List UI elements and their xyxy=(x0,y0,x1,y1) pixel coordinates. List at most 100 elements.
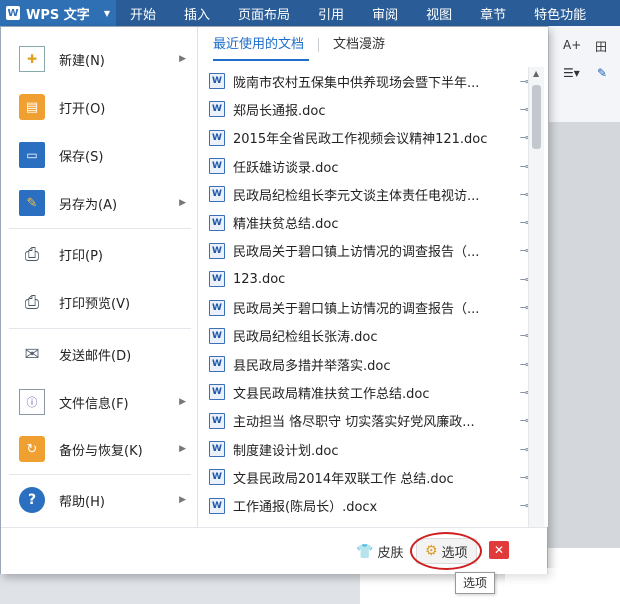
chevron-right-icon: ▶ xyxy=(179,397,186,407)
tab-document-roaming[interactable]: 文档漫游 xyxy=(319,27,399,63)
chevron-right-icon: ▶ xyxy=(179,54,186,64)
recent-list-scrollbar[interactable]: ▲ xyxy=(528,67,544,527)
file-name: 民政局关于碧口镇上访情况的调查报告（... xyxy=(233,302,480,318)
recent-file-item[interactable]: W 文县民政局精准扶贫工作总结.doc ⊸ xyxy=(199,378,529,406)
word-doc-icon: W xyxy=(209,497,225,514)
menu-divider xyxy=(9,328,191,329)
highlight-circle xyxy=(410,532,482,570)
menu-item-label: 另存为(A) xyxy=(59,197,118,213)
recent-file-item[interactable]: W 精准扶贫总结.doc ⊸ xyxy=(199,208,529,236)
recent-file-item[interactable]: W 2015年全省民政工作视频会议精神121.doc ⊸ xyxy=(199,124,529,152)
app-name: WPS 文字 xyxy=(26,7,90,23)
skin-button[interactable]: 👕 皮肤 xyxy=(356,542,403,562)
file-name: 文县民政局2014年双联工作 总结.doc xyxy=(233,471,454,487)
recent-file-item[interactable]: W 民政局纪检组长张涛.doc ⊸ xyxy=(199,322,529,350)
tab-sections[interactable]: 章节 xyxy=(466,4,520,23)
options-tooltip: 选项 xyxy=(455,572,496,594)
word-doc-icon: W xyxy=(209,356,225,373)
word-doc-icon: W xyxy=(209,384,225,401)
word-doc-icon: W xyxy=(209,469,225,486)
word-doc-icon: W xyxy=(209,158,225,175)
chevron-down-icon: ▼ xyxy=(103,8,110,18)
file-name: 民政局纪检组长李元文谈主体责任电视访... xyxy=(233,188,480,204)
menu-item-file-info[interactable]: ⓘ 文件信息(F) ▶ xyxy=(1,380,198,424)
document-area xyxy=(548,122,620,604)
menu-item-print[interactable]: ⎙ 打印(P) xyxy=(1,232,198,276)
scroll-up-icon[interactable]: ▲ xyxy=(533,69,539,78)
menu-divider xyxy=(9,228,191,229)
exit-button[interactable]: ✕ xyxy=(489,541,509,559)
file-name: 陇南市农村五保集中供养现场会暨下半年... xyxy=(233,75,480,91)
wps-app-menu-button[interactable]: W WPS 文字 ▼ xyxy=(0,0,116,26)
recent-file-item[interactable]: W 任跃雄访谈录.doc ⊸ xyxy=(199,152,529,180)
recent-file-item[interactable]: W 民政局纪检组长李元文谈主体责任电视访... ⊸ xyxy=(199,180,529,208)
help-icon: ? xyxy=(19,487,45,513)
recent-file-item[interactable]: W 工作通报(陈局长）.docx ⊸ xyxy=(199,491,529,519)
line-spacing-icon[interactable]: ☰▾ xyxy=(563,66,580,80)
watermark-blur xyxy=(505,568,605,596)
word-doc-icon: W xyxy=(209,242,225,259)
ribbon-panel: A+ 田 ☰▾ ✎ xyxy=(548,26,620,123)
fill-color-icon[interactable]: ✎ xyxy=(597,66,607,80)
recent-file-item[interactable]: W 123.doc ⊸ xyxy=(199,265,529,293)
recent-file-list: W 陇南市农村五保集中供养现场会暨下半年... ⊸ W 郑局长通报.doc ⊸ W 201… xyxy=(199,67,529,520)
print-preview-icon: ⎙ xyxy=(24,291,40,313)
scrollbar-thumb[interactable] xyxy=(532,85,541,149)
file-name: 123.doc xyxy=(233,271,286,287)
word-doc-icon: W xyxy=(209,129,225,146)
recent-file-item[interactable]: W 文县民政局2014年双联工作 总结.doc ⊸ xyxy=(199,463,529,491)
save-icon: ▭ xyxy=(19,142,45,168)
menu-item-label: 打印(P) xyxy=(59,248,103,264)
menu-item-help[interactable]: ? 帮助(H) ▶ xyxy=(1,478,198,522)
recent-tabs: 最近使用的文档 文档漫游 xyxy=(199,27,548,63)
file-menu-commands: ✚ 新建(N) ▶ ▤ 打开(O) ▭ 保存(S) ✎ 另存为(A) ▶ ⎙ 打… xyxy=(1,27,198,527)
menu-item-label: 新建(N) xyxy=(59,53,105,69)
file-name: 精准扶贫总结.doc xyxy=(233,217,339,233)
tab-recent-documents[interactable]: 最近使用的文档 xyxy=(199,27,318,63)
menu-divider xyxy=(9,474,191,475)
file-name: 县民政局多措并举落实.doc xyxy=(233,358,391,374)
tab-special-features[interactable]: 特色功能 xyxy=(520,4,586,23)
chevron-right-icon: ▶ xyxy=(179,495,186,505)
menu-item-label: 保存(S) xyxy=(59,149,104,165)
menu-item-new[interactable]: ✚ 新建(N) ▶ xyxy=(1,37,198,81)
menu-item-print-preview[interactable]: ⎙ 打印预览(V) xyxy=(1,280,198,324)
menu-item-label: 发送邮件(D) xyxy=(59,348,132,364)
recent-file-item[interactable]: W 制度建设计划.doc ⊸ xyxy=(199,435,529,463)
menu-item-label: 帮助(H) xyxy=(59,494,105,510)
tab-insert[interactable]: 插入 xyxy=(170,4,224,23)
table-icon[interactable]: 田 xyxy=(595,38,607,55)
word-doc-icon: W xyxy=(209,412,225,429)
word-doc-icon: W xyxy=(209,299,225,316)
menu-item-save-as[interactable]: ✎ 另存为(A) ▶ xyxy=(1,181,198,225)
recent-file-item[interactable]: W 郑局长通报.doc ⊸ xyxy=(199,95,529,123)
recent-file-item[interactable]: W 陇南市农村五保集中供养现场会暨下半年... ⊸ xyxy=(199,67,529,95)
recent-file-item[interactable]: W 主动担当 恪尽职守 切实落实好党风廉政... ⊸ xyxy=(199,407,529,435)
menu-item-open[interactable]: ▤ 打开(O) xyxy=(1,85,198,129)
menu-item-backup-restore[interactable]: ↻ 备份与恢复(K) ▶ xyxy=(1,427,198,471)
menu-item-label: 备份与恢复(K) xyxy=(59,443,143,459)
tab-start[interactable]: 开始 xyxy=(116,4,170,23)
recent-file-item[interactable]: W 民政局关于碧口镇上访情况的调查报告（... ⊸ xyxy=(199,293,529,321)
word-doc-icon: W xyxy=(209,73,225,90)
font-size-increase-icon[interactable]: A+ xyxy=(563,38,581,52)
file-info-icon: ⓘ xyxy=(19,389,45,415)
word-doc-icon: W xyxy=(209,441,225,457)
menu-item-save[interactable]: ▭ 保存(S) xyxy=(1,133,198,177)
mail-icon: ✉ xyxy=(24,343,40,365)
tab-view[interactable]: 视图 xyxy=(412,4,466,23)
menu-item-send-mail[interactable]: ✉ 发送邮件(D) xyxy=(1,332,198,376)
print-icon: ⎙ xyxy=(24,243,40,265)
file-name: 2015年全省民政工作视频会议精神121.doc xyxy=(233,132,488,148)
word-doc-icon: W xyxy=(209,327,225,344)
recent-file-item[interactable]: W 县民政局多措并举落实.doc ⊸ xyxy=(199,350,529,378)
recent-file-item[interactable]: W 民政局关于碧口镇上访情况的调查报告（... ⊸ xyxy=(199,237,529,265)
file-name: 郑局长通报.doc xyxy=(233,103,326,119)
tab-page-layout[interactable]: 页面布局 xyxy=(224,4,304,23)
word-doc-icon: W xyxy=(209,214,225,231)
open-folder-icon: ▤ xyxy=(19,94,45,120)
tab-review[interactable]: 审阅 xyxy=(358,4,412,23)
backup-icon: ↻ xyxy=(19,436,45,462)
tab-references[interactable]: 引用 xyxy=(304,4,358,23)
file-menu-panel: ✚ 新建(N) ▶ ▤ 打开(O) ▭ 保存(S) ✎ 另存为(A) ▶ ⎙ 打… xyxy=(0,26,548,574)
